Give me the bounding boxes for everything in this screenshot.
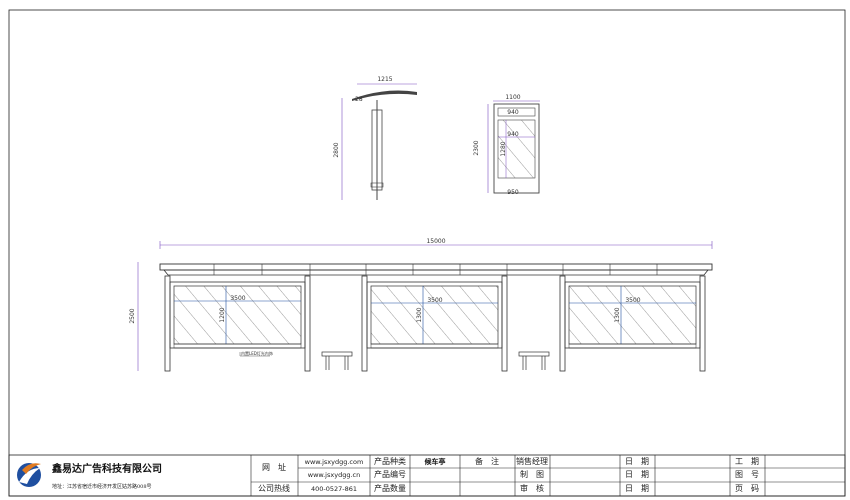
hotline-row-label: 公司热线 <box>258 483 290 493</box>
roof-fascia <box>163 269 709 276</box>
total-width-label: 15000 <box>426 238 445 245</box>
drawing-number-label: 图 号 <box>735 470 759 479</box>
website-row-label: 网 址 <box>262 462 286 472</box>
side-height-label: 2800 <box>333 142 340 157</box>
schedule-label: 工 期 <box>735 457 759 466</box>
date-label-2: 日 期 <box>625 470 649 479</box>
front-view: 1100 940 940 1280 2300 950 <box>473 94 540 196</box>
height-label: 2500 <box>129 308 136 323</box>
remark-label: 备 注 <box>475 456 499 466</box>
side-view: 1215 28 2800 <box>333 76 417 200</box>
product-qty-label: 产品数量 <box>374 483 406 493</box>
bench-2 <box>518 351 550 370</box>
hotline-value: 400-0527-861 <box>311 485 357 493</box>
product-type-value: 候车亭 <box>425 457 446 466</box>
sheet-border <box>8 9 846 497</box>
front-panel-width-label: 940 <box>507 131 519 138</box>
company-logo <box>17 463 41 487</box>
panel-1-width-label: 3500 <box>230 295 245 302</box>
drawing-sheet: 1215 28 2800 1100 940 940 1280 2300 950 … <box>8 9 846 497</box>
led-note: 内置LED灯光内饰 <box>241 350 273 356</box>
roof-ribs <box>213 264 658 275</box>
date-label-3: 日 期 <box>625 484 649 493</box>
front-height-label: 2300 <box>473 140 480 155</box>
roof-top <box>159 263 713 271</box>
panel-3-height-label: 1300 <box>614 307 621 322</box>
front-inner-width-label: 940 <box>507 109 519 116</box>
title-block: 鑫易达广告科技有限公司 地址：江苏省宿迁市经济开发区姑苏路008号 网 址 公司… <box>8 454 846 497</box>
side-angle-label: 28 <box>355 96 363 103</box>
product-type-label: 产品种类 <box>374 456 406 466</box>
sales-manager-label: 销售经理 <box>516 456 548 466</box>
reviewer-label: 审 核 <box>520 483 544 493</box>
front-panel-height-label: 1280 <box>500 141 507 156</box>
panel-1-height-label: 1200 <box>219 307 226 322</box>
side-width-label: 1215 <box>377 76 392 83</box>
product-code-label: 产品编号 <box>374 469 406 479</box>
date-label-1: 日 期 <box>625 457 649 466</box>
company-name: 鑫易达广告科技有限公司 <box>51 462 162 475</box>
bench-1 <box>321 351 353 370</box>
panel-2-height-label: 1300 <box>416 307 423 322</box>
shelter-panel-3: 3500 1300 <box>564 281 701 349</box>
shelter-panel-2: 3500 1300 <box>366 281 503 349</box>
front-width-label: 1100 <box>505 94 520 101</box>
main-elevation: 15000 2500 3500 1200 内置LED灯光内饰 3500 1300… <box>129 238 713 372</box>
front-bottom-width-label: 950 <box>507 189 519 196</box>
website-2: www.jsxydgg.cn <box>308 471 360 479</box>
website-1: www.jsxydgg.com <box>305 458 364 466</box>
panel-2-width-label: 3500 <box>427 297 442 304</box>
shelter-panel-1: 3500 1200 <box>169 281 306 349</box>
panel-3-width-label: 3500 <box>625 297 640 304</box>
drafter-label: 制 图 <box>520 469 544 479</box>
company-address: 地址：江苏省宿迁市经济开发区姑苏路008号 <box>52 483 152 490</box>
page-number-label: 页 码 <box>735 484 759 493</box>
